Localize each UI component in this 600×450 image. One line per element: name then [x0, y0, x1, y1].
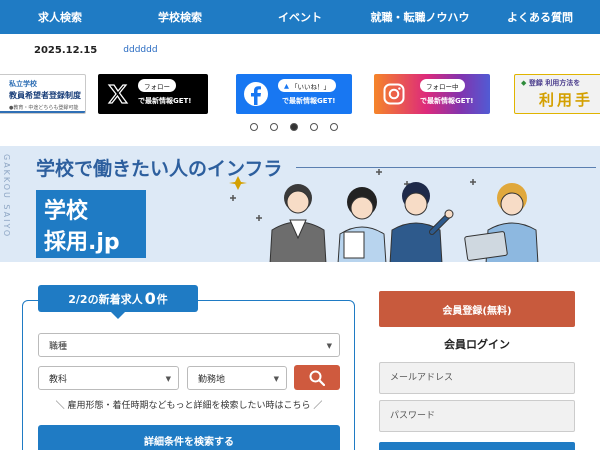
carousel-dot-2[interactable]	[270, 123, 278, 131]
new-jobs-badge: 2/2の新着求人 0 件	[38, 285, 198, 312]
job-type-select[interactable]: 職種 ▼	[38, 333, 340, 357]
chevron-down-icon: ▼	[273, 375, 279, 383]
new-jobs-prefix: 2/2の新着求人	[68, 292, 143, 306]
facebook-logo-icon	[242, 79, 270, 109]
banner-school-line3: ●教育・中途どちらも登録可能	[9, 105, 79, 111]
new-jobs-badge-pointer	[110, 311, 126, 319]
nav-school-search[interactable]: 学校検索	[120, 0, 240, 34]
site-logo[interactable]: 学校 採用.jp	[36, 190, 146, 258]
location-select[interactable]: 勤務地 ▼	[187, 366, 287, 390]
banner-carousel: 私立学校 教員希望者登録制度 ●教育・中途どちらも登録可能 フォロー で最新情報…	[0, 74, 600, 114]
search-icon	[309, 370, 325, 386]
hero-vertical-text: GAKKOU SAIYO	[2, 154, 11, 239]
email-field[interactable]	[379, 362, 575, 394]
chevron-down-icon: ▼	[165, 375, 171, 383]
job-type-value: 職種	[49, 341, 68, 352]
carousel-dots	[250, 123, 338, 131]
banner-how-to-use[interactable]: ◆ 登録 利用方法を 利用手	[514, 74, 600, 114]
new-jobs-suffix: 件	[156, 292, 168, 306]
site-logo-line2: 採用.jp	[44, 230, 120, 255]
detail-search-note: ＼ 雇用形態・着任時期などもっと詳細を検索したい時はこちら ／	[55, 401, 323, 411]
carousel-dot-3[interactable]	[290, 123, 298, 131]
login-button[interactable]	[379, 442, 575, 450]
facebook-like-pill: ▲ 「いいね！」	[278, 79, 336, 92]
news-bar: 2025.12.15 dddddd	[0, 34, 600, 66]
facebook-get-text: で最新情報GET!	[282, 97, 336, 105]
detail-search-button[interactable]: 詳細条件を検索する	[38, 425, 340, 450]
banner-x[interactable]: フォロー で最新情報GET!	[98, 74, 208, 114]
location-value: 勤務地	[198, 374, 226, 385]
banner-school-bar	[0, 111, 85, 113]
nav-faq[interactable]: よくある質問	[480, 0, 600, 34]
search-button[interactable]	[294, 365, 340, 390]
banner-teacher-registration[interactable]: 私立学校 教員希望者登録制度 ●教育・中途どちらも登録可能	[0, 74, 86, 114]
beginner-mark-icon: ◆	[521, 79, 527, 87]
chevron-down-icon: ▼	[326, 342, 332, 350]
nav-career-knowhow[interactable]: 就職・転職ノウハウ	[360, 0, 480, 34]
instagram-logo-icon	[380, 79, 408, 109]
banner-facebook[interactable]: ▲ 「いいね！」 で最新情報GET!	[236, 74, 352, 114]
banner-instagram[interactable]: フォロー中 で最新情報GET!	[374, 74, 490, 114]
x-get-text: で最新情報GET!	[138, 97, 192, 105]
guide-top-text: ◆ 登録 利用方法を	[521, 78, 580, 88]
nav-events[interactable]: イベント	[240, 0, 360, 34]
instagram-follow-pill: フォロー中	[420, 79, 465, 92]
site-logo-line1: 学校	[44, 199, 89, 224]
x-follow-pill: フォロー	[138, 79, 176, 92]
guide-big-text: 利用手	[539, 91, 594, 109]
subject-select[interactable]: 教科 ▼	[38, 366, 179, 390]
carousel-dot-4[interactable]	[310, 123, 318, 131]
subject-value: 教科	[49, 374, 68, 385]
facebook-like-text: 「いいね！」	[291, 82, 330, 91]
x-logo-icon	[104, 79, 132, 109]
carousel-dot-1[interactable]	[250, 123, 258, 131]
global-nav: 求人検索 学校検索 イベント 就職・転職ノウハウ よくある質問	[0, 0, 600, 34]
register-button[interactable]: 会員登録(無料)	[379, 291, 575, 327]
carousel-dot-5[interactable]	[330, 123, 338, 131]
new-jobs-count: 0	[144, 289, 156, 308]
news-date: 2025.12.15	[34, 44, 98, 56]
banner-school-line1: 私立学校	[9, 80, 37, 88]
instagram-get-text: で最新情報GET!	[420, 97, 474, 105]
news-link[interactable]: dddddd	[123, 45, 157, 55]
login-title: 会員ログイン	[444, 338, 510, 351]
people-illustration	[229, 169, 539, 262]
nav-job-search[interactable]: 求人検索	[0, 0, 120, 34]
guide-top-label: 登録 利用方法を	[528, 79, 581, 87]
thumbs-up-icon: ▲	[284, 81, 289, 90]
hero-banner: GAKKOU SAIYO 学校で働きたい人のインフラ 学校 採用.jp	[0, 146, 600, 262]
banner-school-line2: 教員希望者登録制度	[9, 91, 81, 100]
password-field[interactable]	[379, 400, 575, 432]
